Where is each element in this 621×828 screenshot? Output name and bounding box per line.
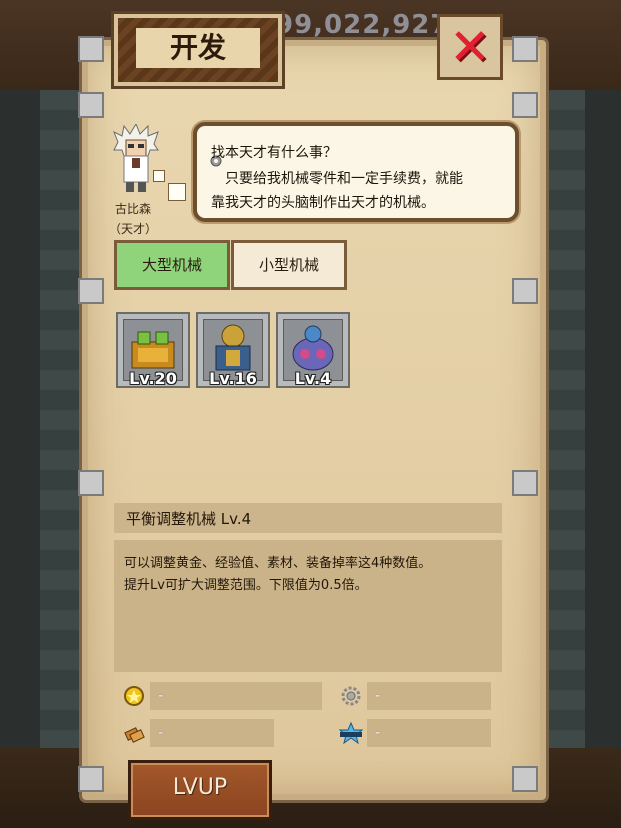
rank-icon bbox=[338, 722, 364, 744]
parts-cost-field: - bbox=[367, 682, 491, 710]
tab-small-machines[interactable]: 小型机械 bbox=[231, 240, 347, 290]
item-level: Lv.4 bbox=[294, 369, 332, 388]
rank-cost-value: - bbox=[375, 723, 381, 741]
panel-corner bbox=[78, 278, 104, 304]
material-cost-value: - bbox=[158, 723, 164, 741]
npc-name: 古比森 bbox=[114, 202, 151, 216]
machine-name-bar: 平衡调整机械 Lv.4 bbox=[114, 503, 502, 533]
npc-scientist-avatar bbox=[113, 124, 159, 192]
machine-name: 平衡调整机械 Lv.4 bbox=[126, 510, 252, 528]
material-cost-field: - bbox=[150, 719, 274, 747]
panel-corner bbox=[78, 766, 104, 792]
panel-corner bbox=[512, 36, 538, 62]
gold-coin-icon bbox=[124, 686, 144, 706]
panel-corner bbox=[78, 470, 104, 496]
tab-large-machines[interactable]: 大型机械 bbox=[114, 240, 230, 290]
dialog-title: 开发 bbox=[136, 28, 260, 68]
speech-line: 靠我天才的头脑制作出天才的机械。 bbox=[211, 195, 435, 211]
description-line: 可以调整黄金、经验值、素材、装备掉率这4种数值。 bbox=[124, 556, 432, 571]
parts-cost-value: - bbox=[375, 686, 381, 704]
speech-line: 只要给我机械零件和一定手续费，就能 bbox=[225, 171, 463, 187]
material-icon bbox=[124, 727, 145, 743]
lvup-label: LVUP bbox=[172, 775, 228, 800]
thought-bubble-dot bbox=[168, 183, 186, 201]
npc-title: （天才） bbox=[108, 222, 157, 236]
close-icon: ✕ bbox=[449, 18, 491, 76]
item-level: Lv.20 bbox=[129, 369, 177, 388]
machine-item[interactable]: Lv.16 bbox=[196, 312, 270, 388]
title-plate: 开发 bbox=[114, 14, 282, 86]
panel-corner bbox=[78, 92, 104, 118]
speech-line: 找本天才有什么事？ bbox=[211, 145, 337, 161]
panel-corner bbox=[78, 36, 104, 62]
lvup-button[interactable]: LVUP bbox=[128, 760, 272, 820]
machine-item[interactable]: Lv.4 bbox=[276, 312, 350, 388]
description-line: 提升Lv可扩大调整范围。下限值为0.5倍。 bbox=[124, 578, 368, 593]
gold-cost-value: - bbox=[158, 686, 164, 704]
rank-cost-field: - bbox=[367, 719, 491, 747]
panel-corner bbox=[512, 470, 538, 496]
machine-description-box: 可以调整黄金、经验值、素材、装备掉率这4种数值。 提升Lv可扩大调整范围。下限值… bbox=[114, 540, 502, 672]
gear-part-icon bbox=[341, 686, 361, 706]
gold-cost-field: - bbox=[150, 682, 322, 710]
item-level: Lv.16 bbox=[209, 369, 257, 388]
npc-speech-bubble: 找本天才有什么事？ 只要给我机械零件和一定手续费，就能 靠我天才的头脑制作出天才… bbox=[193, 122, 519, 222]
background-currency: 99,022,927 bbox=[275, 10, 450, 40]
thought-bubble-dot bbox=[153, 170, 165, 182]
panel-corner bbox=[512, 92, 538, 118]
panel-corner bbox=[512, 766, 538, 792]
background-right-wall bbox=[545, 90, 585, 750]
background-left-wall bbox=[40, 90, 80, 750]
machine-item[interactable]: Lv.20 bbox=[116, 312, 190, 388]
panel-corner bbox=[512, 278, 538, 304]
close-button[interactable]: ✕ bbox=[437, 14, 503, 80]
